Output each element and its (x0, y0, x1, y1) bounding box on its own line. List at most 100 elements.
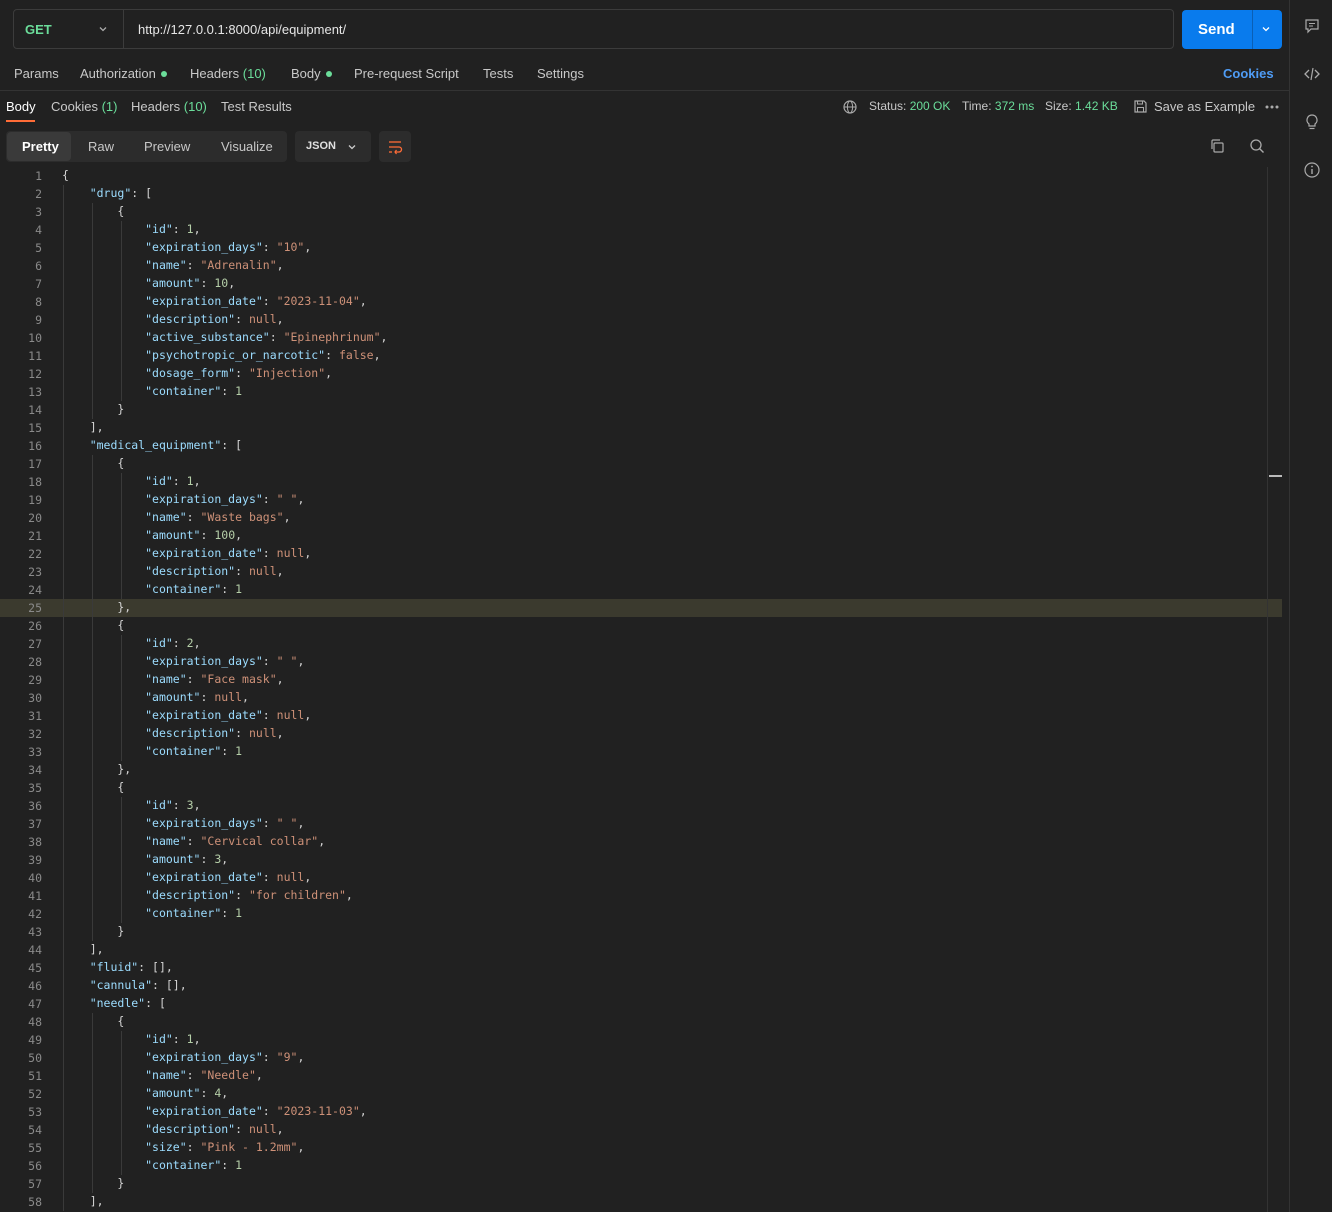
info-icon[interactable] (1303, 161, 1321, 179)
tab-params[interactable]: Params (14, 66, 59, 81)
search-icon[interactable] (1249, 138, 1265, 154)
tab-response-headers-label: Headers (131, 99, 181, 114)
code-line: 44 ], (0, 941, 1282, 959)
indent-guide (63, 1067, 64, 1085)
url-input[interactable]: http://127.0.0.1:8000/api/equipment/ (138, 22, 346, 37)
code-line: 4 "id": 1, (0, 221, 1282, 239)
lightbulb-icon[interactable] (1303, 113, 1321, 131)
code-text: { (62, 204, 125, 218)
indent-guide (63, 383, 64, 401)
line-number: 55 (28, 1141, 42, 1155)
format-label: JSON (306, 140, 336, 152)
line-number: 52 (28, 1087, 42, 1101)
cookies-link[interactable]: Cookies (1223, 66, 1274, 81)
line-number: 36 (28, 799, 42, 813)
mode-raw[interactable]: Raw (88, 139, 114, 154)
code-text: "expiration_days": "9", (145, 1050, 305, 1064)
code-line: 38 "name": "Cervical collar", (0, 833, 1282, 851)
code-line: 54 "description": null, (0, 1121, 1282, 1139)
tab-test-results[interactable]: Test Results (221, 99, 292, 114)
indent-guide (91, 833, 93, 851)
code-line: 9 "description": null, (0, 311, 1282, 329)
indent-guide (63, 239, 64, 257)
mode-visualize[interactable]: Visualize (221, 139, 273, 154)
size-value: 1.42 KB (1075, 99, 1118, 113)
wrap-lines-button[interactable] (379, 131, 411, 162)
code-text: "amount": null, (145, 690, 249, 704)
code-text: ], (62, 942, 104, 956)
line-number: 11 (28, 349, 42, 363)
code-line: 13 "container": 1 (0, 383, 1282, 401)
indent-guide (120, 239, 122, 257)
line-number: 26 (28, 619, 42, 633)
line-number: 45 (28, 961, 42, 975)
method-select[interactable]: GET (14, 10, 124, 48)
indent-guide (91, 221, 93, 239)
code-text: "name": "Face mask", (145, 672, 284, 686)
code-text: "expiration_date": null, (145, 546, 312, 560)
more-options-icon[interactable] (1265, 104, 1279, 110)
indent-guide (120, 1067, 122, 1085)
chevron-down-icon[interactable] (1260, 23, 1272, 35)
tab-response-cookies-label: Cookies (51, 99, 98, 114)
code-text: { (62, 456, 125, 470)
line-number: 10 (28, 331, 42, 345)
code-text: } (62, 1176, 125, 1190)
indent-guide (63, 221, 64, 239)
tab-response-headers[interactable]: Headers (10) (131, 99, 207, 114)
code-line: 6 "name": "Adrenalin", (0, 257, 1282, 275)
indent-guide (63, 563, 64, 581)
save-as-example-button[interactable]: Save as Example (1154, 99, 1255, 114)
tab-response-cookies[interactable]: Cookies (1) (51, 99, 117, 114)
tab-response-body[interactable]: Body (6, 99, 36, 114)
scroll-position-marker (1269, 475, 1282, 477)
globe-icon[interactable] (842, 99, 858, 115)
line-number: 49 (28, 1033, 42, 1047)
line-number: 8 (35, 295, 42, 309)
editor-scrollbar[interactable] (1267, 167, 1268, 1212)
indent-guide (63, 311, 64, 329)
code-text: "expiration_days": " ", (145, 654, 305, 668)
indent-guide (91, 797, 93, 815)
mode-preview[interactable]: Preview (144, 139, 190, 154)
code-line: 35 { (0, 779, 1282, 797)
line-number: 4 (35, 223, 42, 237)
indent-guide (63, 905, 64, 923)
response-body-editor[interactable]: 1{2 "drug": [3 {4 "id": 1, 5 "expiration_… (0, 167, 1289, 1212)
indent-guide (91, 1121, 93, 1139)
code-text: "container": 1 (145, 744, 243, 758)
tab-settings[interactable]: Settings (537, 66, 584, 81)
format-select[interactable]: JSON (295, 131, 371, 162)
time-indicator[interactable]: Time: 372 ms (962, 99, 1034, 113)
indent-guide (91, 473, 93, 491)
indent-guide (63, 491, 64, 509)
tab-headers[interactable]: Headers (10) (190, 66, 266, 81)
tab-tests[interactable]: Tests (483, 66, 513, 81)
indent-guide (120, 473, 122, 491)
code-icon[interactable] (1303, 65, 1321, 83)
copy-icon[interactable] (1209, 138, 1225, 154)
indent-guide (120, 671, 122, 689)
status-indicator[interactable]: Status: 200 OK (869, 99, 950, 113)
indent-guide (120, 635, 122, 653)
line-number: 33 (28, 745, 42, 759)
indent-guide (120, 329, 122, 347)
code-text: }, (62, 600, 132, 614)
tab-body[interactable]: Body (291, 66, 332, 81)
code-text: "expiration_date": "2023-11-03", (145, 1104, 367, 1118)
indent-guide (91, 1157, 93, 1175)
line-number: 21 (28, 529, 42, 543)
line-number: 35 (28, 781, 42, 795)
code-text: "name": "Adrenalin", (145, 258, 284, 272)
response-headers-count: (10) (183, 99, 207, 114)
comments-icon[interactable] (1303, 17, 1321, 35)
size-indicator[interactable]: Size: 1.42 KB (1045, 99, 1118, 113)
tab-prerequest-script[interactable]: Pre-request Script (354, 66, 459, 81)
tab-authorization[interactable]: Authorization (80, 66, 167, 81)
tab-authorization-label: Authorization (80, 66, 156, 81)
send-button[interactable]: Send (1182, 10, 1282, 49)
indent-guide (91, 1103, 93, 1121)
indent-guide (63, 923, 64, 941)
mode-pretty[interactable]: Pretty (22, 139, 59, 154)
indent-guide (63, 599, 64, 617)
